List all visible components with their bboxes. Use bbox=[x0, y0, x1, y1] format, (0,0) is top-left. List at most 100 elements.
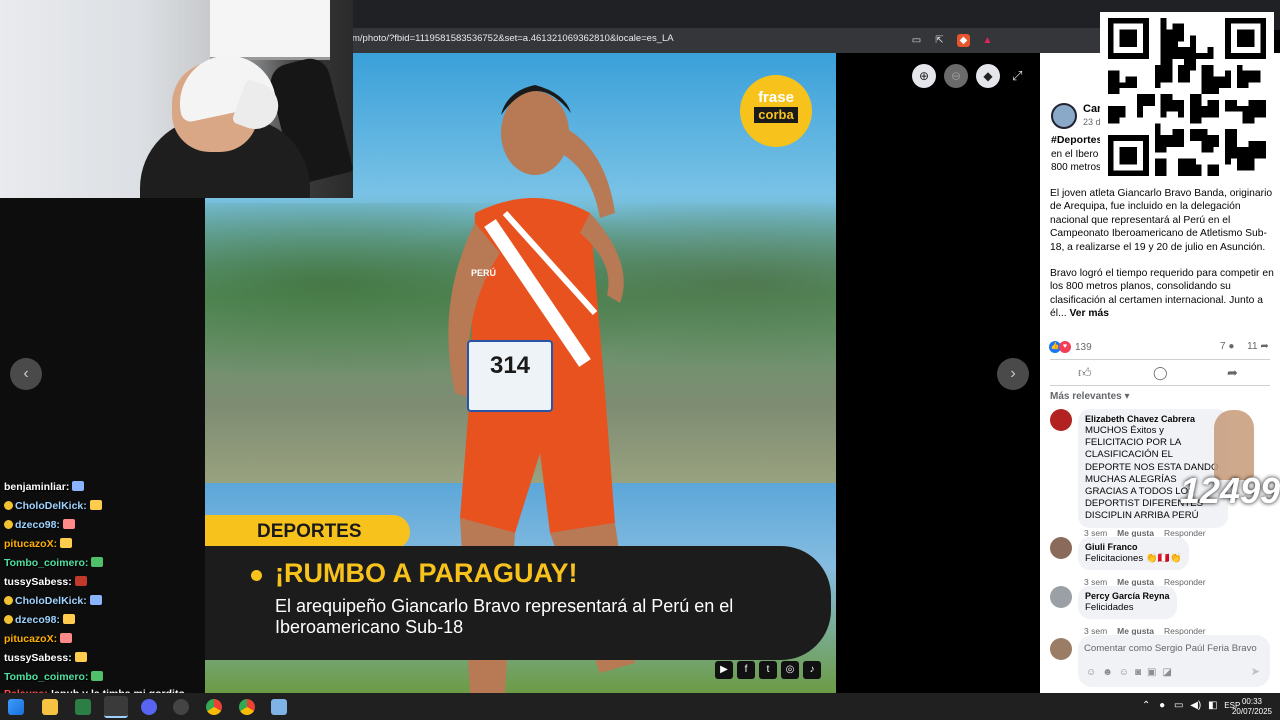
chat-line: Tombo_coimero: bbox=[4, 668, 204, 687]
send-icon[interactable]: ➤ bbox=[1251, 665, 1260, 678]
caption-headline: ¡RUMBO A PARAGUAY! bbox=[275, 558, 578, 588]
clock[interactable]: 00:33 20/07/2025 bbox=[1232, 697, 1272, 717]
url-text[interactable]: m/photo/?fbid=1119581583536752&set=a.461… bbox=[352, 33, 674, 44]
divider-top bbox=[1050, 359, 1270, 360]
divider-bottom bbox=[1050, 385, 1270, 386]
chat-badge-icon bbox=[4, 520, 13, 529]
comment-count-icon: ● bbox=[1228, 341, 1235, 352]
comment-input[interactable]: Comentar como Sergio Paúl Feria Bravo bbox=[1084, 643, 1257, 654]
streamer-webcam bbox=[0, 0, 353, 198]
chat-line: tussySabess: bbox=[4, 573, 204, 592]
chat-emote-icon bbox=[62, 519, 75, 529]
chat-line: dzeco98: bbox=[4, 516, 204, 535]
composer-tools[interactable]: ☺☻☺◙▣◪ bbox=[1086, 667, 1178, 678]
tag-icon[interactable]: ◆ bbox=[976, 64, 1000, 88]
section-tag: DEPORTES bbox=[205, 515, 410, 549]
caption-box: ¡RUMBO A PARAGUAY! El arequipeño Giancar… bbox=[205, 546, 831, 660]
chat-badge-icon bbox=[4, 596, 13, 605]
next-photo-button[interactable]: › bbox=[997, 358, 1029, 390]
app-icon[interactable] bbox=[271, 699, 287, 715]
chat-username: Tombo_coimero: bbox=[4, 557, 89, 569]
screen: m/photo/?fbid=1119581583536752&set=a.461… bbox=[0, 0, 1280, 720]
network-icon[interactable]: ▭ bbox=[1174, 700, 1183, 711]
commenter-avatar[interactable] bbox=[1050, 586, 1072, 608]
chat-badge-icon bbox=[4, 615, 13, 624]
see-more-link[interactable]: Ver más bbox=[1069, 308, 1109, 319]
chat-username: Tombo_coimero: bbox=[4, 671, 89, 683]
chat-username: dzeco98: bbox=[15, 614, 60, 626]
caption-bullet bbox=[251, 570, 262, 581]
comment-bubble: Giuli Franco Felicitaciones 👏🇵🇪👏 bbox=[1078, 537, 1189, 571]
alert-number: 12499 bbox=[1180, 470, 1280, 511]
chat-emote-icon bbox=[60, 633, 73, 643]
commenter-avatar[interactable] bbox=[1050, 537, 1072, 559]
system-tray[interactable]: ⌃ ● ▭ ◀) ◧ ESP bbox=[1142, 700, 1240, 711]
chat-username: pitucazoX: bbox=[4, 633, 58, 645]
comments-count[interactable]: 7 bbox=[1220, 341, 1226, 352]
page-avatar[interactable] bbox=[1051, 103, 1077, 129]
share-button-icon[interactable]: ➦ bbox=[1227, 365, 1238, 381]
store-icon[interactable] bbox=[75, 699, 91, 715]
zoom-out-icon[interactable]: ⊖ bbox=[944, 64, 968, 88]
qr-code bbox=[1100, 12, 1274, 182]
previous-photo-button[interactable]: ‹ bbox=[10, 358, 42, 390]
page-name[interactable]: Car bbox=[1083, 103, 1101, 115]
discord-icon[interactable] bbox=[141, 699, 157, 715]
chat-line: CholoDelKick: bbox=[4, 592, 204, 611]
comment-reply-button[interactable]: Responder bbox=[1164, 577, 1206, 587]
comment-text: Felicitaciones 👏🇵🇪👏 bbox=[1085, 553, 1182, 564]
user-avatar bbox=[1050, 638, 1072, 660]
emoji-icon[interactable]: ☻ bbox=[1102, 667, 1119, 678]
like-button-icon[interactable]: 👍︎ bbox=[1078, 365, 1092, 381]
comment-author[interactable]: Percy García Reyna bbox=[1085, 591, 1170, 602]
start-icon[interactable] bbox=[8, 699, 24, 715]
post-date[interactable]: 23 d bbox=[1083, 117, 1101, 127]
chat-badge-icon bbox=[4, 501, 13, 510]
smile-icon[interactable]: ☺ bbox=[1119, 667, 1135, 678]
comment-composer[interactable]: Comentar como Sergio Paúl Feria Bravo ☺☻… bbox=[1078, 635, 1270, 687]
gif-icon[interactable]: ▣ bbox=[1147, 667, 1162, 678]
obs-icon[interactable] bbox=[173, 699, 189, 715]
chat-line: benjaminliar: bbox=[4, 478, 204, 497]
chat-line: pitucazoX: bbox=[4, 535, 204, 554]
chat-emote-icon bbox=[89, 500, 102, 510]
chat-emote-icon bbox=[72, 481, 85, 491]
chrome-icon[interactable] bbox=[206, 699, 222, 715]
chat-username: benjaminliar: bbox=[4, 481, 70, 493]
volume-icon[interactable]: ◀) bbox=[1190, 700, 1201, 711]
sticker-icon[interactable]: ◪ bbox=[1162, 667, 1177, 678]
comment-author[interactable]: Elizabeth Chavez Cabrera bbox=[1085, 414, 1221, 425]
comment-button-icon[interactable]: ◯ bbox=[1153, 365, 1168, 381]
comment-sort-dropdown[interactable]: Más relevantes ▾ bbox=[1050, 391, 1130, 402]
comment-sort-label: Más relevantes bbox=[1050, 391, 1122, 402]
commenter-avatar[interactable] bbox=[1050, 409, 1072, 431]
comment-author[interactable]: Giuli Franco bbox=[1085, 542, 1182, 553]
chrome-icon-2[interactable] bbox=[239, 699, 255, 715]
chevron-up-icon[interactable]: ⌃ bbox=[1142, 700, 1150, 711]
brave-taskbar-icon[interactable] bbox=[104, 696, 128, 718]
chat-username: tussySabess: bbox=[4, 576, 72, 588]
windows-taskbar: ⌃ ● ▭ ◀) ◧ ESP 00:33 20/07/2025 bbox=[0, 693, 1280, 720]
chat-emote-icon bbox=[74, 576, 87, 586]
file-explorer-icon[interactable] bbox=[42, 699, 58, 715]
brave-shield-icon[interactable]: ◆ bbox=[957, 34, 970, 47]
logo-line1: frase bbox=[758, 89, 794, 106]
camera-icon[interactable]: ◙ bbox=[1135, 667, 1147, 678]
chat-line: pitucazoX: bbox=[4, 630, 204, 649]
stream-chat: benjaminliar: CholoDelKick: dzeco98: pituca… bbox=[4, 478, 204, 687]
avatar-sticker-icon[interactable]: ☺ bbox=[1086, 667, 1102, 678]
shares-count[interactable]: 11 bbox=[1247, 341, 1257, 352]
cast-icon[interactable]: ▭ bbox=[910, 34, 923, 47]
mic-icon[interactable]: ● bbox=[1159, 700, 1165, 711]
brave-rewards-icon[interactable]: ▲ bbox=[981, 34, 994, 47]
engagement-counts: 7 ● 11 ➦ bbox=[1220, 341, 1269, 352]
post-hashtag[interactable]: #Deportes bbox=[1051, 134, 1102, 146]
chat-username: CholoDelKick: bbox=[15, 500, 87, 512]
fullscreen-icon[interactable]: ⤢ bbox=[1012, 68, 1022, 84]
share-icon[interactable]: ⇱ bbox=[933, 34, 946, 47]
tray-app-icon[interactable]: ◧ bbox=[1208, 700, 1217, 711]
zoom-in-icon[interactable]: ⊕ bbox=[912, 64, 936, 88]
comment-bubble: Percy García Reyna Felicidades bbox=[1078, 586, 1177, 620]
chat-line: CholoDelKick: bbox=[4, 497, 204, 516]
reactions-summary[interactable]: 👍 ♥ 139 bbox=[1049, 341, 1092, 353]
